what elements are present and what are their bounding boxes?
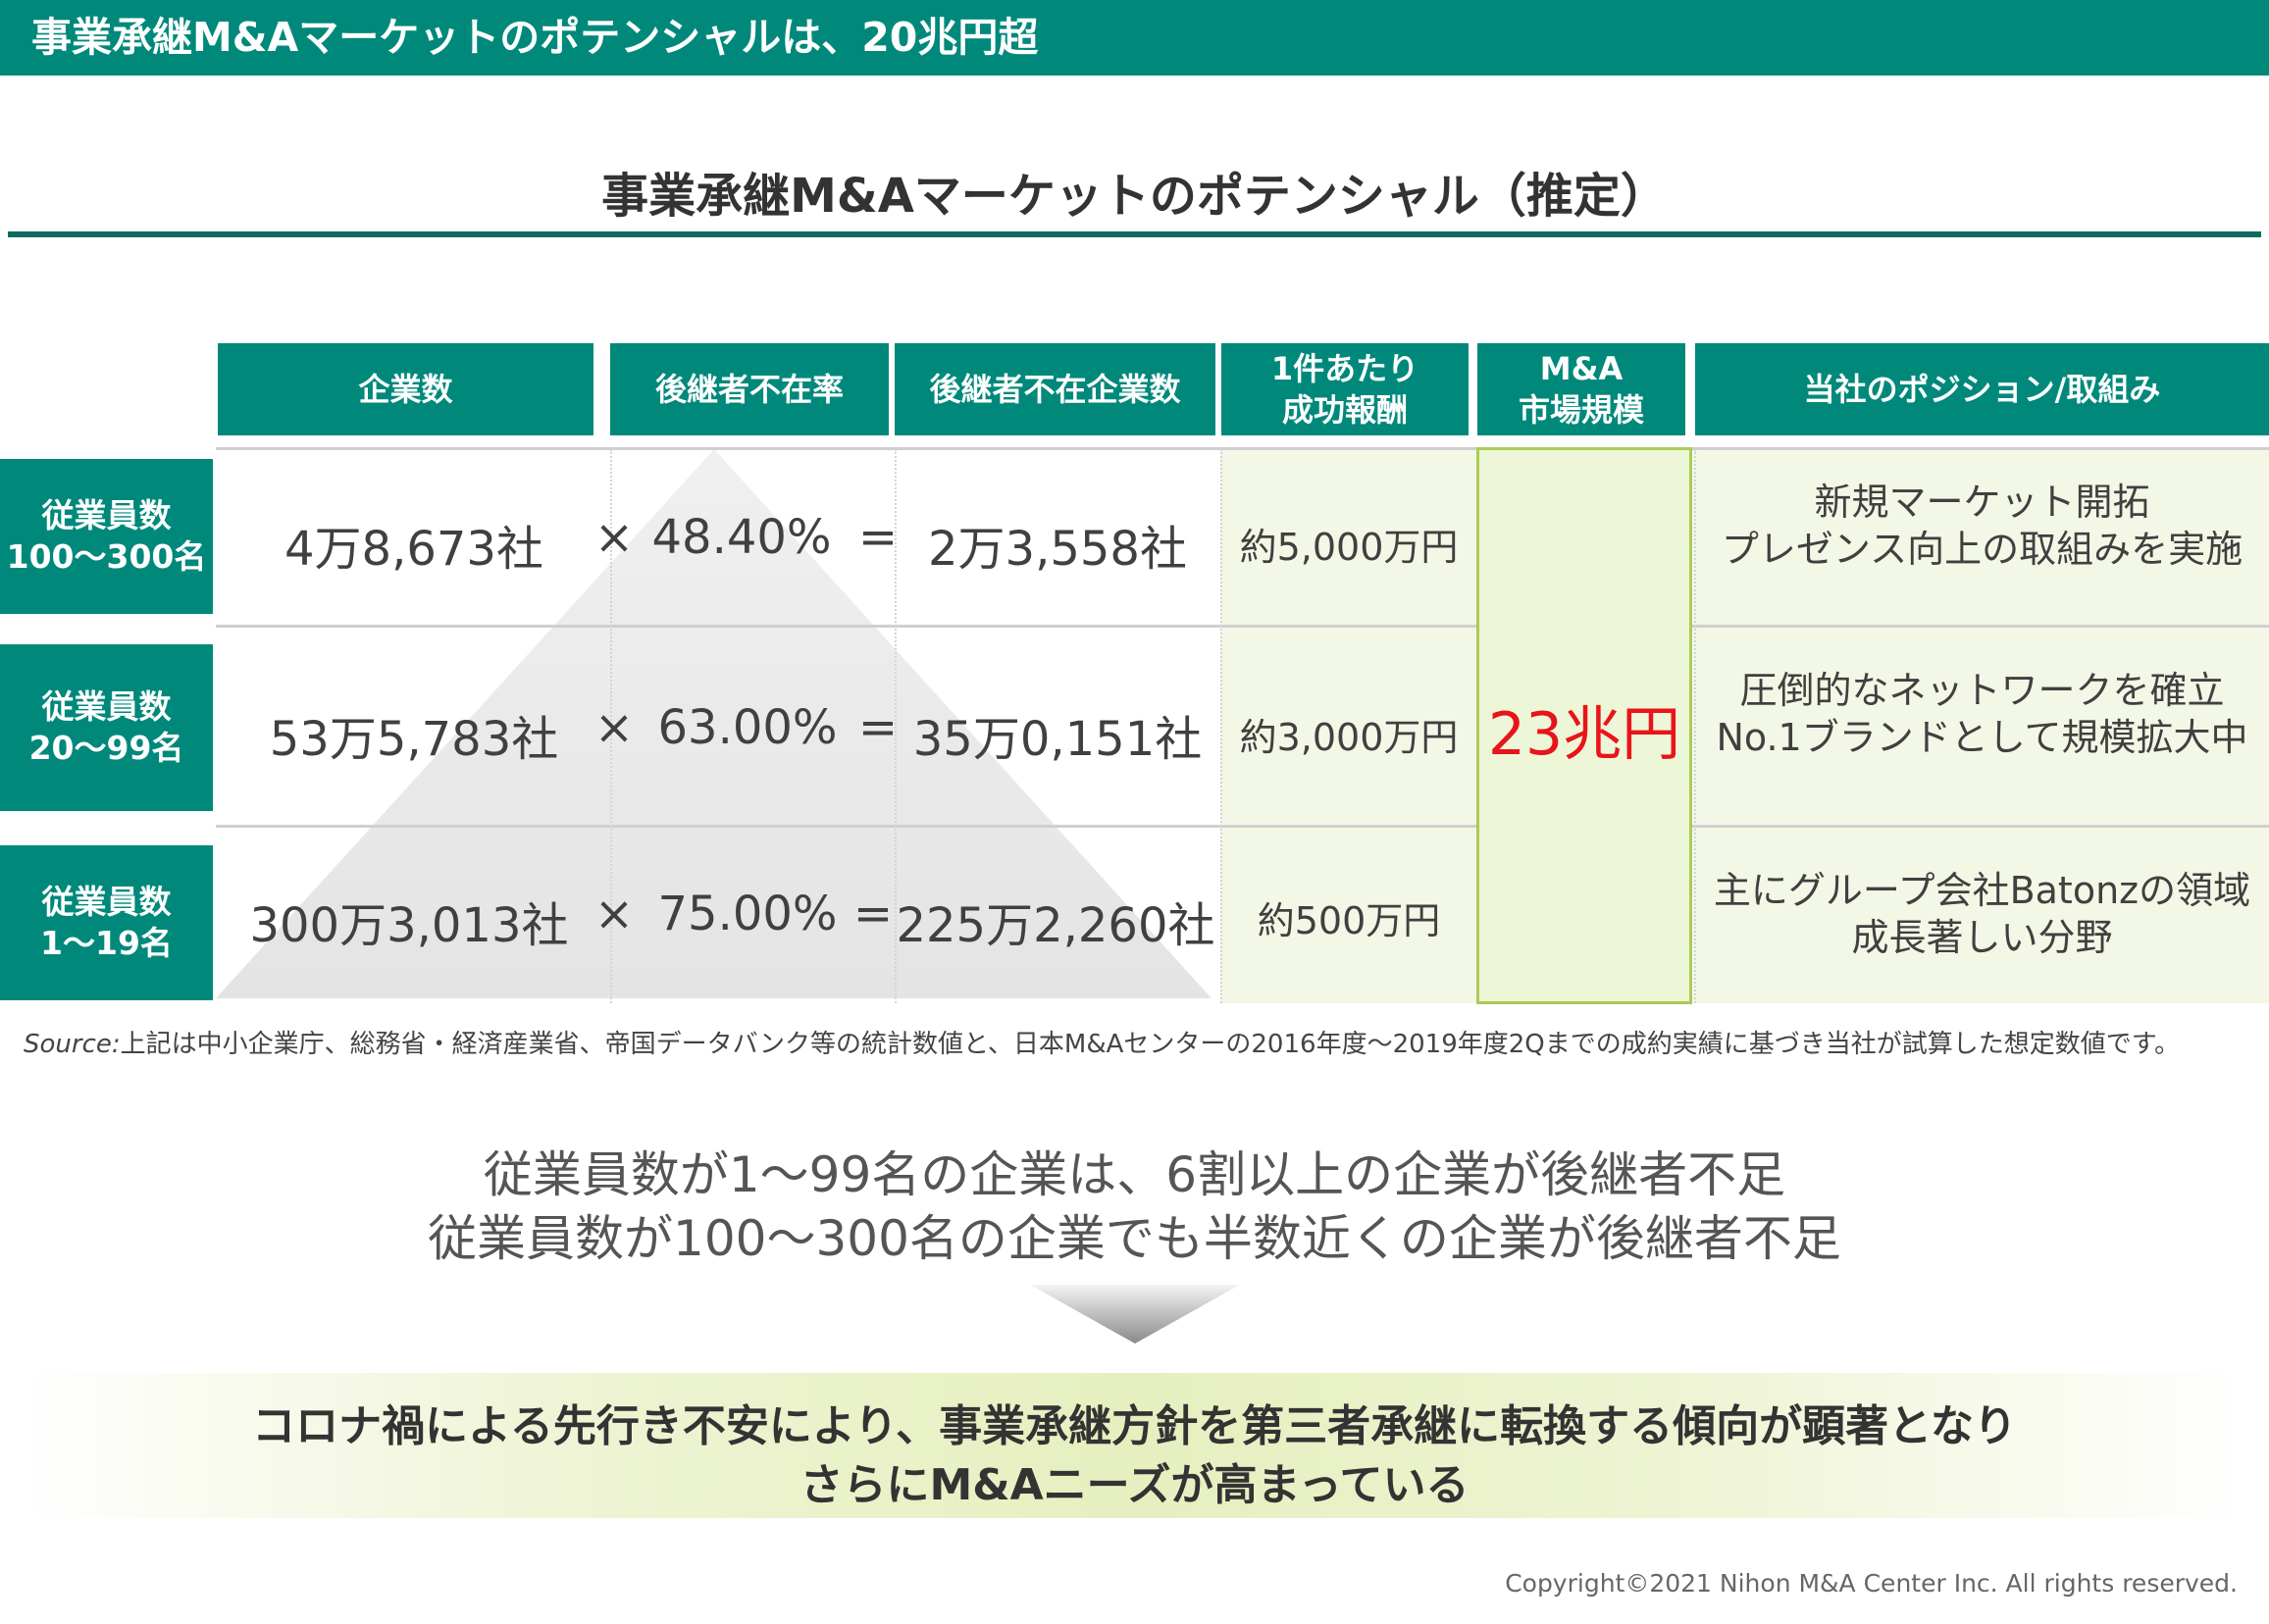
copyright-text: Copyright©2021 Nihon M&A Center Inc. All… xyxy=(1505,1569,2238,1598)
equals-operator: = xyxy=(857,510,899,565)
row-label-1-19: 従業員数 1〜19名 xyxy=(0,845,213,1000)
header-position: 当社のポジション/取組み xyxy=(1695,343,2269,435)
row2-fee: 約3,000万円 xyxy=(1239,716,1459,759)
row-separator xyxy=(216,825,2269,828)
header-market-size: M&A 市場規模 xyxy=(1477,343,1685,435)
header-no-successor-rate: 後継者不在率 xyxy=(610,343,889,435)
conclusion-line-2: さらにM&Aニーズが高まっている xyxy=(799,1460,1470,1510)
equals-operator: = xyxy=(852,887,894,941)
conclusion-line-1: コロナ禍による先行き不安により、事業承継方針を第三者承継に転換する傾向が顕著とな… xyxy=(252,1401,2017,1451)
row2-rate: 63.00% xyxy=(657,700,838,755)
equals-operator: = xyxy=(857,700,899,755)
row1-no-successor: 2万3,558社 xyxy=(928,522,1187,577)
section-title: 事業承継M&Aマーケットのポテンシャル（推定） xyxy=(601,169,1668,224)
row-label-20-99: 従業員数 20〜99名 xyxy=(0,644,213,811)
row3-position: 主にグループ会社Batonzの領域 成長著しい分野 xyxy=(1713,869,2251,959)
row1-companies: 4万8,673社 xyxy=(284,522,543,577)
row-separator xyxy=(216,625,2269,628)
header-fee: 1件あたり 成功報酬 xyxy=(1221,343,1469,435)
row1-fee: 約5,000万円 xyxy=(1239,526,1459,569)
market-size-value: 23兆円 xyxy=(1487,700,1681,769)
summary-line-2: 従業員数が100〜300名の企業でも半数近くの企業が後継者不足 xyxy=(428,1210,1841,1267)
row1-rate: 48.40% xyxy=(651,510,832,565)
header-no-successor-companies: 後継者不在企業数 xyxy=(895,343,1215,435)
times-operator: × xyxy=(593,510,635,565)
row2-no-successor: 35万0,151社 xyxy=(912,712,1203,767)
header-companies: 企業数 xyxy=(218,343,593,435)
section-divider xyxy=(8,231,2261,237)
row1-position: 新規マーケット開拓 プレゼンス向上の取組みを実施 xyxy=(1721,481,2243,571)
source-note: Source:上記は中小企業庁、総務省・経済産業省、帝国データバンク等の統計数値… xyxy=(24,1030,2181,1059)
row-separator xyxy=(216,447,2269,450)
banner-title: 事業承継M&Aマーケットのポテンシャルは、20兆円超 xyxy=(31,14,1039,61)
times-operator: × xyxy=(593,887,635,941)
row3-fee: 約500万円 xyxy=(1257,899,1441,942)
row3-companies: 300万3,013社 xyxy=(249,898,569,953)
row2-companies: 53万5,783社 xyxy=(269,712,559,767)
row-label-100-300: 従業員数 100〜300名 xyxy=(0,459,213,614)
times-operator: × xyxy=(593,700,635,755)
down-arrow-icon xyxy=(1030,1285,1240,1344)
row3-rate: 75.00% xyxy=(657,887,838,941)
row3-no-successor: 225万2,260社 xyxy=(896,898,1215,953)
row2-position: 圧倒的なネットワークを確立 No.1ブランドとして規模拡大中 xyxy=(1716,669,2248,759)
summary-line-1: 従業員数が1〜99名の企業は、6割以上の企業が後継者不足 xyxy=(483,1146,1786,1203)
